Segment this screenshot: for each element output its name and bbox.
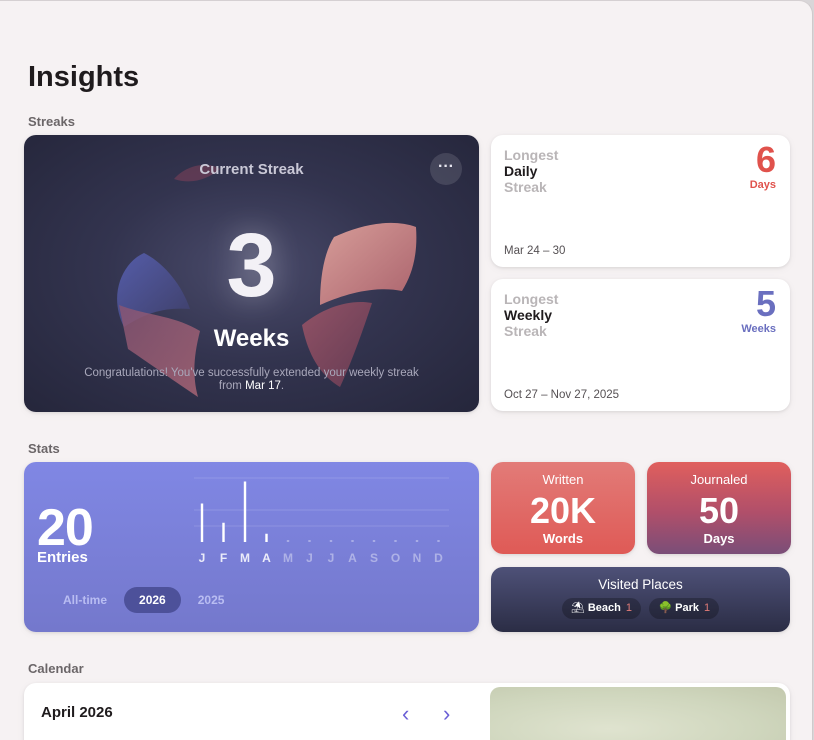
ellipsis-icon: ··· xyxy=(438,158,454,175)
chart-bar xyxy=(437,540,440,542)
chart-bar xyxy=(243,481,247,542)
entries-label: Entries xyxy=(37,549,88,566)
chart-month-label: M xyxy=(283,551,293,565)
chart-month-label: A xyxy=(262,551,271,565)
place-chip-park[interactable]: 🌳 Park 1 xyxy=(649,598,720,619)
calendar-month-title: April 2026 xyxy=(41,704,113,721)
chart-month-label: J xyxy=(328,551,335,565)
chart-month-label: O xyxy=(391,551,400,565)
chart-month-label: M xyxy=(240,551,250,565)
streak-message-suffix: . xyxy=(280,380,285,392)
longest-weekly-line2: Weekly xyxy=(504,307,552,323)
longest-daily-streak-card[interactable]: Longest Daily Streak 6 Days Mar 24 – 30 xyxy=(491,135,790,267)
journaled-value: 50 xyxy=(698,490,740,531)
streak-message-date: Mar 17 xyxy=(245,380,281,392)
chevron-right-icon: › xyxy=(443,701,451,726)
chart-bar xyxy=(329,540,333,542)
visited-places-card[interactable]: Visited Places ⛱ Beach 1 🌳 Park 1 xyxy=(491,567,790,632)
entries-filter-segmented: All-time 2026 2025 xyxy=(48,587,241,615)
longest-weekly-date-range: Oct 27 – Nov 27, 2025 xyxy=(504,389,620,401)
entries-bar-chart: JFMAMJJASOND xyxy=(194,477,449,565)
filter-2025[interactable]: 2025 xyxy=(183,587,240,613)
current-streak-title: Current Streak xyxy=(199,161,304,178)
chart-bar xyxy=(222,522,225,542)
longest-weekly-value: 5 xyxy=(755,283,776,324)
chart-bar xyxy=(200,503,204,542)
chart-month-label: F xyxy=(220,551,227,565)
streak-message: Congratulations! You've successfully ext… xyxy=(84,367,419,393)
longest-weekly-line1: Longest xyxy=(504,291,559,307)
chart-bar xyxy=(394,540,397,542)
section-label-stats: Stats xyxy=(28,441,60,456)
current-streak-unit: Weeks xyxy=(213,325,290,352)
written-card[interactable]: Written 20K Words xyxy=(491,462,635,554)
calendar-card: April 2026 ‹ › xyxy=(24,683,790,740)
place-count: 1 xyxy=(704,602,711,614)
place-name: Beach xyxy=(587,602,621,614)
chart-month-label: S xyxy=(370,551,378,565)
place-chip-beach[interactable]: ⛱ Beach 1 xyxy=(561,598,641,619)
longest-daily-line2: Daily xyxy=(504,163,538,179)
place-count: 1 xyxy=(625,602,632,614)
longest-daily-label: Longest Daily Streak xyxy=(504,147,558,195)
longest-daily-line1: Longest xyxy=(504,147,559,163)
place-name: Park xyxy=(675,602,699,614)
page-title: Insights xyxy=(28,61,140,93)
filter-2026[interactable]: 2026 xyxy=(124,587,181,613)
chart-bar xyxy=(415,540,419,542)
current-streak-value: 3 xyxy=(226,216,277,316)
chevron-left-icon: ‹ xyxy=(402,701,410,726)
filter-all-time[interactable]: All-time xyxy=(48,587,122,613)
section-label-streaks: Streaks xyxy=(28,114,75,129)
longest-daily-line3: Streak xyxy=(504,179,547,195)
longest-weekly-streak-card[interactable]: Longest Weekly Streak 5 Weeks Oct 27 – N… xyxy=(491,279,790,411)
entries-card[interactable]: 20 Entries JFMAMJJASOND All-time 2026 2025 xyxy=(24,462,479,632)
chart-month-label: N xyxy=(413,551,422,565)
more-options-button[interactable]: ··· xyxy=(430,153,462,185)
chart-month-label: D xyxy=(434,551,443,565)
section-label-calendar: Calendar xyxy=(28,661,84,676)
longest-daily-value: 6 xyxy=(755,139,776,180)
previous-month-button[interactable]: ‹ xyxy=(402,701,409,727)
longest-daily-unit: Days xyxy=(749,179,776,191)
chart-bar xyxy=(372,540,376,542)
chart-bar xyxy=(265,533,268,542)
journaled-card[interactable]: Journaled 50 Days xyxy=(647,462,791,554)
longest-weekly-label: Longest Weekly Streak xyxy=(504,291,558,339)
umbrella-icon: ⛱ xyxy=(570,602,585,614)
chart-bar xyxy=(308,540,311,542)
journaled-label: Journaled xyxy=(690,472,748,487)
place-chips: ⛱ Beach 1 🌳 Park 1 xyxy=(491,598,790,619)
longest-daily-date-range: Mar 24 – 30 xyxy=(504,245,566,257)
longest-weekly-unit: Weeks xyxy=(741,323,776,335)
tree-icon: 🌳 xyxy=(658,602,673,614)
chart-month-label: J xyxy=(199,551,206,565)
calendar-photo[interactable] xyxy=(490,687,786,740)
written-label: Written xyxy=(542,472,584,487)
visited-places-title: Visited Places xyxy=(598,577,683,592)
insights-window: Insights Streaks Current Streak ··· 3 We… xyxy=(0,0,813,740)
chart-month-label: J xyxy=(306,551,313,565)
chart-month-label: A xyxy=(348,551,357,565)
current-streak-card[interactable]: Current Streak ··· 3 Weeks Congratulatio… xyxy=(24,135,479,412)
journaled-unit: Days xyxy=(703,531,735,546)
next-month-button[interactable]: › xyxy=(443,701,450,727)
chart-bar xyxy=(286,540,290,542)
chart-bar xyxy=(351,540,354,542)
written-unit: Words xyxy=(542,531,584,546)
written-value: 20K xyxy=(529,490,597,531)
longest-weekly-line3: Streak xyxy=(504,323,547,339)
